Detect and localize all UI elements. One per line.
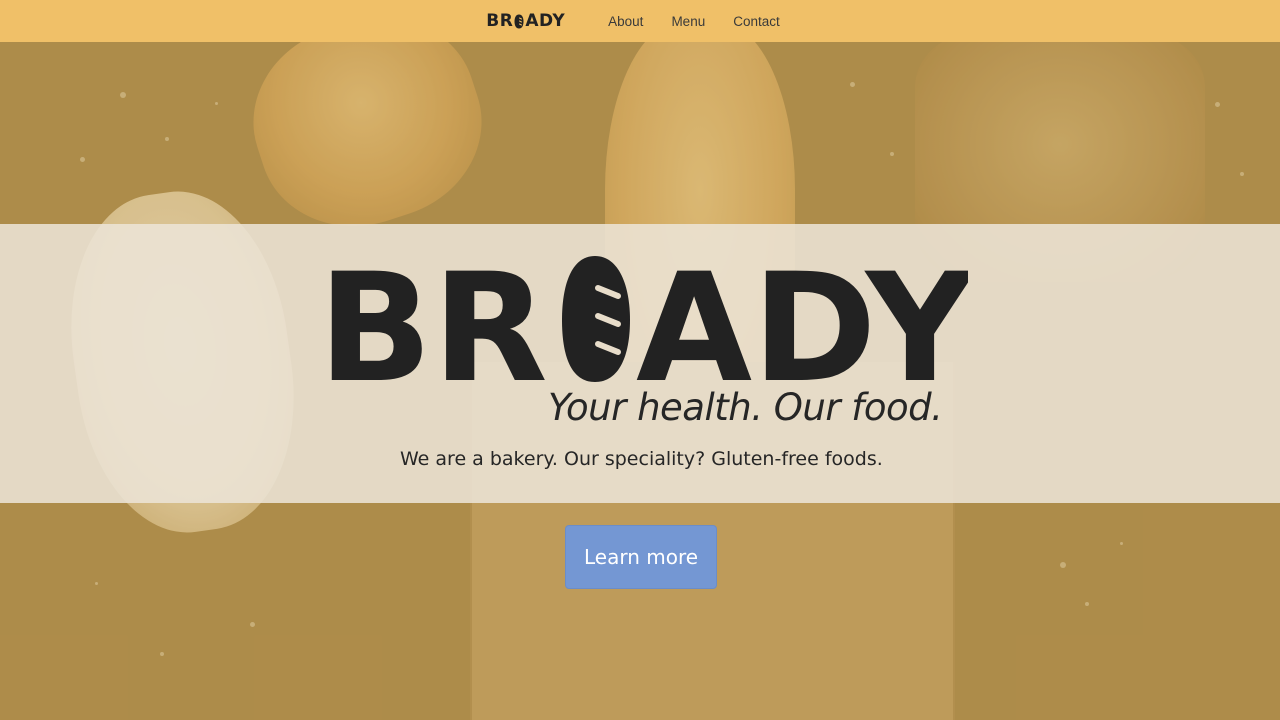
nav-logo-text-right: ADY: [525, 11, 566, 31]
nav-link-contact[interactable]: Contact: [733, 14, 780, 29]
top-navbar: BR ADY About Menu Contact: [0, 0, 1280, 42]
nav-link-about[interactable]: About: [608, 14, 643, 29]
hero-description: We are a bakery. Our speciality? Gluten-…: [400, 448, 883, 470]
nav-logo[interactable]: BR ADY: [486, 11, 565, 31]
nav-link-menu[interactable]: Menu: [671, 14, 705, 29]
nav-inner: BR ADY About Menu Contact: [486, 11, 794, 31]
learn-more-button[interactable]: Learn more: [565, 525, 717, 589]
hero-logo-text-left: BR: [318, 252, 548, 392]
bread-logo-icon: [562, 256, 630, 382]
hero-logo: BR ADY: [318, 252, 968, 392]
nav-logo-text-left: BR: [486, 11, 514, 31]
hero-tagline: Your health. Our food.: [548, 386, 943, 429]
hero-logo-text-right: ADY: [636, 252, 968, 392]
bread-logo-icon: [514, 14, 524, 28]
